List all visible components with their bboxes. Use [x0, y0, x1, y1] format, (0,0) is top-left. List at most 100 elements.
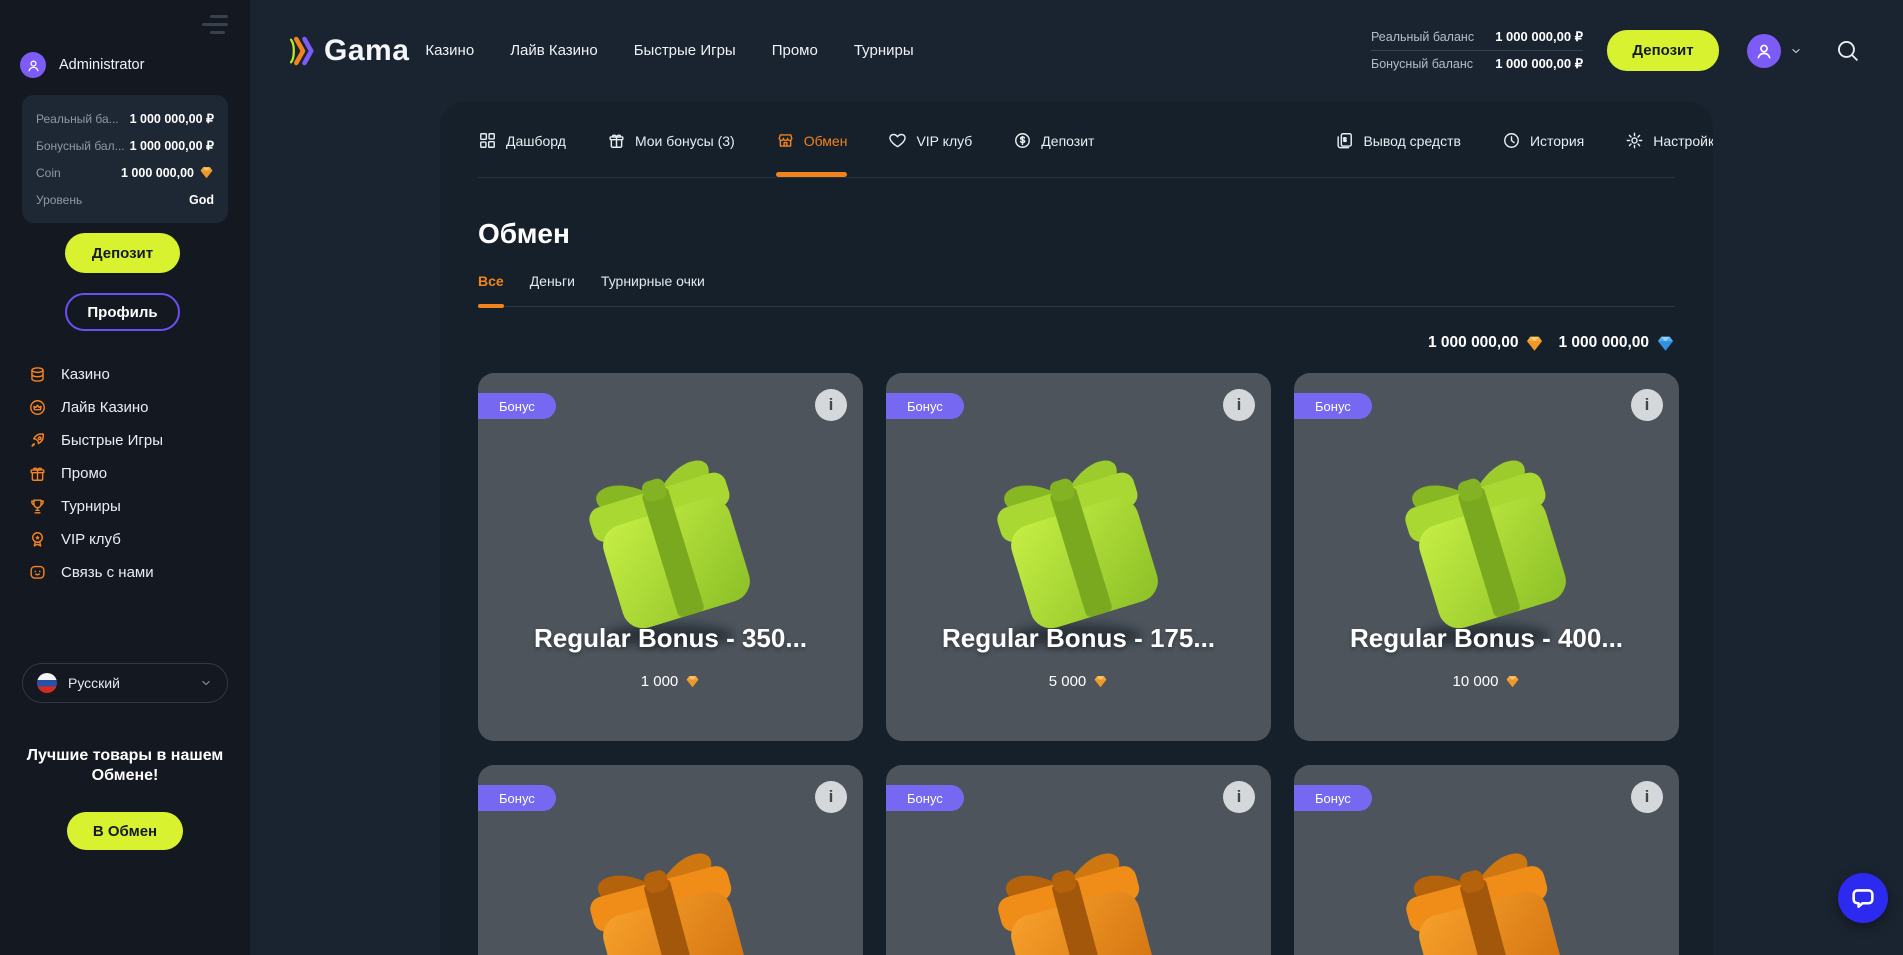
sidebar-item-label: Быстрые Игры	[61, 432, 163, 449]
sidebar-item-casino[interactable]: Казино	[28, 358, 242, 391]
sidebar-profile-button[interactable]: Профиль	[65, 293, 180, 331]
orange-gem-icon	[1093, 674, 1108, 689]
chat-widget-button[interactable]	[1838, 873, 1888, 923]
user-profile[interactable]: Administrator	[20, 52, 144, 78]
tab-account-settings[interactable]: Настройки аккаунта	[1625, 131, 1713, 174]
sidebar-item-promo[interactable]: Промо	[28, 457, 242, 490]
sidebar: Administrator Реальный ба... 1 000 000,0…	[0, 0, 250, 955]
gama-logo[interactable]: Gama	[288, 33, 409, 69]
account-panel: Дашборд Мои бонусы (3) Обмен VIP клуб Де…	[440, 101, 1713, 955]
rocket-icon	[28, 431, 47, 450]
avatar	[20, 52, 46, 78]
bonus-card[interactable]: Бонус i	[1294, 765, 1679, 955]
sidebar-item-vip-club[interactable]: VIP клуб	[28, 523, 242, 556]
level-value: God	[189, 193, 214, 207]
info-icon[interactable]: i	[815, 781, 847, 813]
menu-icon[interactable]	[202, 15, 228, 34]
tab-vip-club[interactable]: VIP клуб	[888, 131, 972, 174]
subtab-all[interactable]: Все	[478, 273, 504, 306]
bonus-card[interactable]: Бонус i	[478, 765, 863, 955]
bonus-balance-row: Бонусный бал... 1 000 000,00 ₽	[36, 132, 214, 159]
withdraw-icon	[1335, 131, 1354, 150]
sidebar-deposit-button[interactable]: Депозит	[65, 233, 180, 273]
subtab-money[interactable]: Деньги	[530, 273, 575, 306]
tab-label: VIP клуб	[916, 133, 972, 149]
info-icon[interactable]: i	[1223, 389, 1255, 421]
language-selector[interactable]: Русский	[22, 663, 228, 703]
info-icon[interactable]: i	[815, 389, 847, 421]
info-icon[interactable]: i	[1631, 389, 1663, 421]
header-balances: Реальный баланс 1 000 000,00 ₽ Бонусный …	[1371, 27, 1583, 74]
bonus-price: 10 000	[1294, 673, 1679, 690]
points-wallet-value: 1 000 000,00	[1558, 334, 1649, 352]
info-icon[interactable]: i	[1223, 781, 1255, 813]
level-label: Уровень	[36, 193, 82, 207]
bonus-card[interactable]: Бонус i Regular Bonus - 175... 5 000	[886, 373, 1271, 741]
sidebar-item-fast-games[interactable]: Быстрые Игры	[28, 424, 242, 457]
bonus-title: Regular Bonus - 350...	[478, 623, 863, 654]
tab-withdraw[interactable]: Вывод средств	[1335, 131, 1461, 174]
subtab-tournament-points[interactable]: Турнирные очки	[601, 273, 705, 306]
bonus-price-value: 5 000	[1049, 673, 1087, 690]
tab-label: Обмен	[804, 133, 848, 149]
top-nav-fast-games[interactable]: Быстрые Игры	[634, 42, 736, 59]
brand-name: Gama	[324, 34, 409, 68]
tab-exchange[interactable]: Обмен	[776, 131, 848, 174]
avatar	[1747, 34, 1781, 68]
promo-line-1: Лучшие товары в нашем	[10, 746, 240, 766]
orange-gem-icon	[1505, 674, 1520, 689]
green-gift-image	[556, 425, 786, 655]
balance-divider	[1371, 50, 1583, 51]
sidebar-item-contact-us[interactable]: Связь с нами	[28, 556, 242, 589]
search-icon[interactable]	[1835, 38, 1860, 63]
chevron-down-icon	[199, 676, 213, 690]
tab-label: Мои бонусы (3)	[635, 133, 735, 149]
coin-balance-row: Coin 1 000 000,00	[36, 159, 214, 186]
bonus-price-value: 1 000	[641, 673, 679, 690]
bonus-card[interactable]: Бонус i	[886, 765, 1271, 955]
top-nav-live-casino[interactable]: Лайв Казино	[510, 42, 598, 59]
tab-label: История	[1530, 133, 1584, 149]
tab-history[interactable]: История	[1502, 131, 1584, 174]
gift-icon	[28, 464, 47, 483]
bonus-badge: Бонус	[886, 393, 964, 419]
sidebar-item-label: Связь с нами	[61, 564, 154, 581]
top-nav-tournaments[interactable]: Турниры	[854, 42, 914, 59]
screen: Administrator Реальный ба... 1 000 000,0…	[0, 0, 1903, 955]
top-nav-promo[interactable]: Промо	[772, 42, 818, 59]
promo-text: Лучшие товары в нашем Обмене!	[10, 746, 240, 785]
bonus-badge: Бонус	[1294, 785, 1372, 811]
real-balance-label: Реальный баланс	[1371, 30, 1474, 44]
info-icon[interactable]: i	[1631, 781, 1663, 813]
coin-label: Coin	[36, 166, 61, 180]
bonus-price-value: 10 000	[1453, 673, 1499, 690]
real-balance-value: 1 000 000,00 ₽	[1495, 29, 1583, 45]
coin-wallet-value: 1 000 000,00	[1428, 334, 1519, 352]
language-label: Русский	[68, 675, 120, 691]
to-exchange-button[interactable]: В Обмен	[67, 812, 183, 850]
orange-gift-image	[964, 817, 1194, 955]
exchange-filter-tabs: Все Деньги Турнирные очки	[478, 273, 1675, 307]
promo-line-2: Обмене!	[10, 766, 240, 786]
top-nav-casino[interactable]: Казино	[425, 42, 474, 59]
tab-deposit[interactable]: Депозит	[1013, 131, 1094, 174]
blue-gem-icon	[1656, 334, 1675, 353]
tab-my-bonuses[interactable]: Мои бонусы (3)	[607, 131, 735, 174]
bonus-price: 5 000	[886, 673, 1271, 690]
sidebar-item-label: Промо	[61, 465, 107, 482]
top-bar: Gama Казино Лайв Казино Быстрые Игры Про…	[250, 0, 1903, 101]
header-deposit-button[interactable]: Депозит	[1607, 30, 1719, 71]
sidebar-item-live-casino[interactable]: Лайв Казино	[28, 391, 242, 424]
user-name: Administrator	[59, 57, 144, 73]
sidebar-item-label: VIP клуб	[61, 531, 121, 548]
tab-dashboard[interactable]: Дашборд	[478, 131, 566, 174]
sidebar-item-label: Казино	[61, 366, 110, 383]
account-menu[interactable]	[1747, 34, 1803, 68]
coin-icon	[1013, 131, 1032, 150]
sidebar-item-tournaments[interactable]: Турниры	[28, 490, 242, 523]
page-title: Обмен	[478, 218, 1675, 250]
bonus-card-grid: Бонус i Regular Bonus - 350... 1 000 Бон…	[478, 373, 1675, 955]
dashboard-icon	[478, 131, 497, 150]
bonus-card[interactable]: Бонус i Regular Bonus - 400... 10 000	[1294, 373, 1679, 741]
bonus-card[interactable]: Бонус i Regular Bonus - 350... 1 000	[478, 373, 863, 741]
